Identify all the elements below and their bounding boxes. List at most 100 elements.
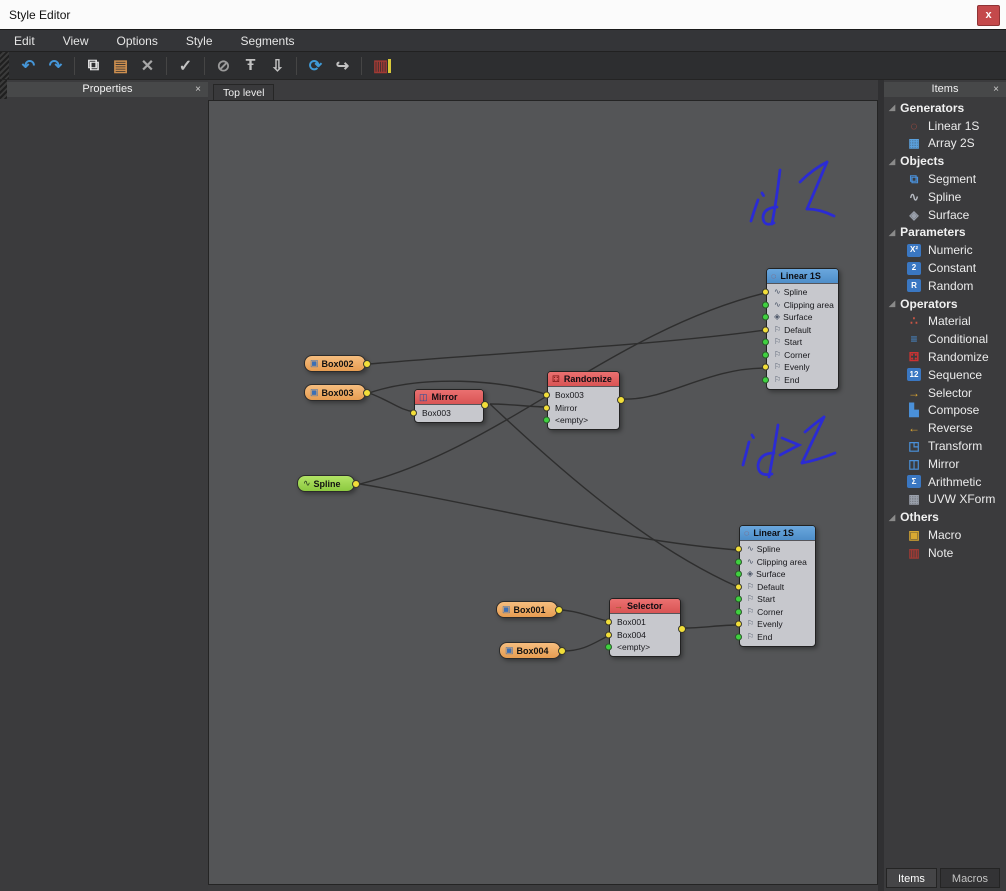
node-linear2[interactable]: ◌ Linear 1S ∿ Spline ∿ Clipping area ◈ Surface ⚐… (735, 525, 816, 647)
menu-item-segments[interactable]: Segments (227, 31, 309, 51)
input-socket[interactable] (762, 376, 769, 384)
note-icon[interactable]: ▥ (368, 54, 393, 78)
node-output-socket[interactable] (480, 401, 489, 409)
input-socket[interactable] (762, 288, 769, 296)
array-generator-icon: ▦ (908, 136, 920, 151)
palette-item-linear-1s[interactable]: ◌ Linear 1S (884, 117, 1006, 135)
palette-item-arithmetic[interactable]: Σ Arithmetic (884, 473, 1006, 491)
paste-icon[interactable]: ▤ (108, 54, 133, 78)
input-socket[interactable] (762, 313, 769, 321)
input-socket[interactable] (605, 631, 612, 639)
input-socket[interactable] (410, 409, 417, 417)
palette-item-selector[interactable]: → Selector (884, 384, 1006, 402)
palette-item-compose[interactable]: ▙ Compose (884, 402, 1006, 420)
disable-icon[interactable]: ⊘ (211, 54, 236, 78)
node-input-row-evenly: ⚐ Evenly (735, 618, 815, 631)
node-selector[interactable]: → Selector Box001 Box004 <empty> (605, 598, 686, 658)
menu-item-options[interactable]: Options (102, 31, 171, 51)
window-close-button[interactable]: x (977, 5, 1000, 26)
section-others[interactable]: ◢ Others (884, 508, 1006, 526)
canvas-tab-top-level[interactable]: Top level (213, 84, 275, 100)
menu-item-style[interactable]: Style (172, 31, 227, 51)
palette-item-segment[interactable]: ⧉ Segment (884, 170, 1006, 188)
input-socket[interactable] (762, 326, 769, 334)
section-operators[interactable]: ◢ Operators (884, 295, 1006, 313)
properties-close-icon[interactable]: × (192, 82, 204, 97)
node-input-row-spline: ∿ Spline (735, 543, 815, 556)
input-socket[interactable] (735, 633, 742, 641)
container-icon[interactable]: ⇩ (265, 54, 290, 78)
node-mirror[interactable]: ◫ Mirror Box003 (410, 389, 489, 424)
input-socket[interactable] (735, 583, 742, 591)
node-canvas[interactable]: ▣ Box002 ▣ Box003 ∿ Spline ▣ Box001 ▣ Box004 ◫ Mirr… (208, 100, 878, 885)
palette-item-numeric[interactable]: X² Numeric (884, 241, 1006, 259)
node-output-socket[interactable] (351, 479, 360, 488)
input-socket[interactable] (762, 351, 769, 359)
node-box004[interactable]: ▣ Box004 (499, 642, 566, 659)
palette-item-macro[interactable]: ▣ Macro (884, 526, 1006, 544)
node-linear1[interactable]: ◌ Linear 1S ∿ Spline ∿ Clipping area ◈ Surface ⚐… (762, 268, 839, 390)
palette-item-constant[interactable]: 2 Constant (884, 259, 1006, 277)
input-socket[interactable] (762, 301, 769, 309)
input-socket[interactable] (605, 618, 612, 626)
input-label: Clipping area (756, 556, 807, 567)
mirror-icon: ◫ (419, 391, 428, 402)
palette-item-mirror[interactable]: ◫ Mirror (884, 455, 1006, 473)
input-socket[interactable] (762, 363, 769, 371)
palette-item-random[interactable]: R Random (884, 277, 1006, 295)
input-socket[interactable] (735, 620, 742, 628)
node-output-socket[interactable] (362, 359, 371, 368)
export-icon[interactable]: ↪ (330, 54, 355, 78)
spline-icon: ∿ (747, 556, 754, 566)
palette-item-uvw-xform[interactable]: ▦ UVW XForm (884, 491, 1006, 509)
delete-icon[interactable]: ✕ (135, 54, 160, 78)
palette-item-array-2s[interactable]: ▦ Array 2S (884, 135, 1006, 153)
input-socket[interactable] (735, 595, 742, 603)
palette-item-note[interactable]: ▥ Note (884, 544, 1006, 562)
palette-item-reverse[interactable]: ← Reverse (884, 419, 1006, 437)
tab-items[interactable]: Items (886, 868, 937, 888)
node-randomize[interactable]: ⚃ Randomize Box003 Mirror <empty> (543, 371, 625, 431)
toolbar-drag-handle[interactable] (0, 52, 9, 79)
copy-icon[interactable]: ⧉ (81, 54, 106, 78)
input-socket[interactable] (735, 558, 742, 566)
palette-item-sequence[interactable]: 12 Sequence (884, 366, 1006, 384)
node-box002[interactable]: ▣ Box002 (304, 355, 371, 372)
palette-item-conditional[interactable]: ≡ Conditional (884, 330, 1006, 348)
redo-icon[interactable]: ↷ (43, 54, 68, 78)
palette-item-material[interactable]: ∴ Material (884, 313, 1006, 331)
node-box001[interactable]: ▣ Box001 (496, 601, 563, 618)
node-output-socket[interactable] (554, 605, 563, 614)
palette-item-transform[interactable]: ◳ Transform (884, 437, 1006, 455)
node-spline[interactable]: ∿ Spline (297, 475, 360, 492)
input-socket[interactable] (735, 545, 742, 553)
palette-item-surface[interactable]: ◈ Surface (884, 206, 1006, 224)
input-socket[interactable] (762, 338, 769, 346)
section-parameters[interactable]: ◢ Parameters (884, 224, 1006, 242)
verify-icon[interactable]: ✓ (173, 54, 198, 78)
items-close-icon[interactable]: × (990, 82, 1002, 97)
node-output-socket[interactable] (677, 625, 686, 633)
node-output-socket[interactable] (616, 396, 625, 404)
palette-item-spline[interactable]: ∿ Spline (884, 188, 1006, 206)
input-socket[interactable] (735, 570, 742, 578)
menu-item-edit[interactable]: Edit (0, 31, 49, 51)
palette-item-randomize[interactable]: ⚃ Randomize (884, 348, 1006, 366)
cube-icon: ▣ (310, 387, 319, 397)
menu-item-view[interactable]: View (49, 31, 103, 51)
input-socket[interactable] (543, 391, 550, 399)
undo-icon[interactable]: ↶ (16, 54, 41, 78)
refresh-icon[interactable]: ⟳ (303, 54, 328, 78)
panel-drag-handle[interactable] (0, 80, 7, 99)
section-objects[interactable]: ◢ Objects (884, 152, 1006, 170)
tab-macros[interactable]: Macros (939, 868, 1000, 888)
input-socket[interactable] (605, 643, 612, 651)
input-socket[interactable] (735, 608, 742, 616)
node-box003[interactable]: ▣ Box003 (304, 384, 371, 401)
node-output-socket[interactable] (362, 388, 371, 397)
input-socket[interactable] (543, 416, 550, 424)
section-generators[interactable]: ◢ Generators (884, 99, 1006, 117)
node-output-socket[interactable] (557, 646, 566, 655)
collapse-icon[interactable]: Ŧ (238, 54, 263, 78)
input-socket[interactable] (543, 404, 550, 412)
